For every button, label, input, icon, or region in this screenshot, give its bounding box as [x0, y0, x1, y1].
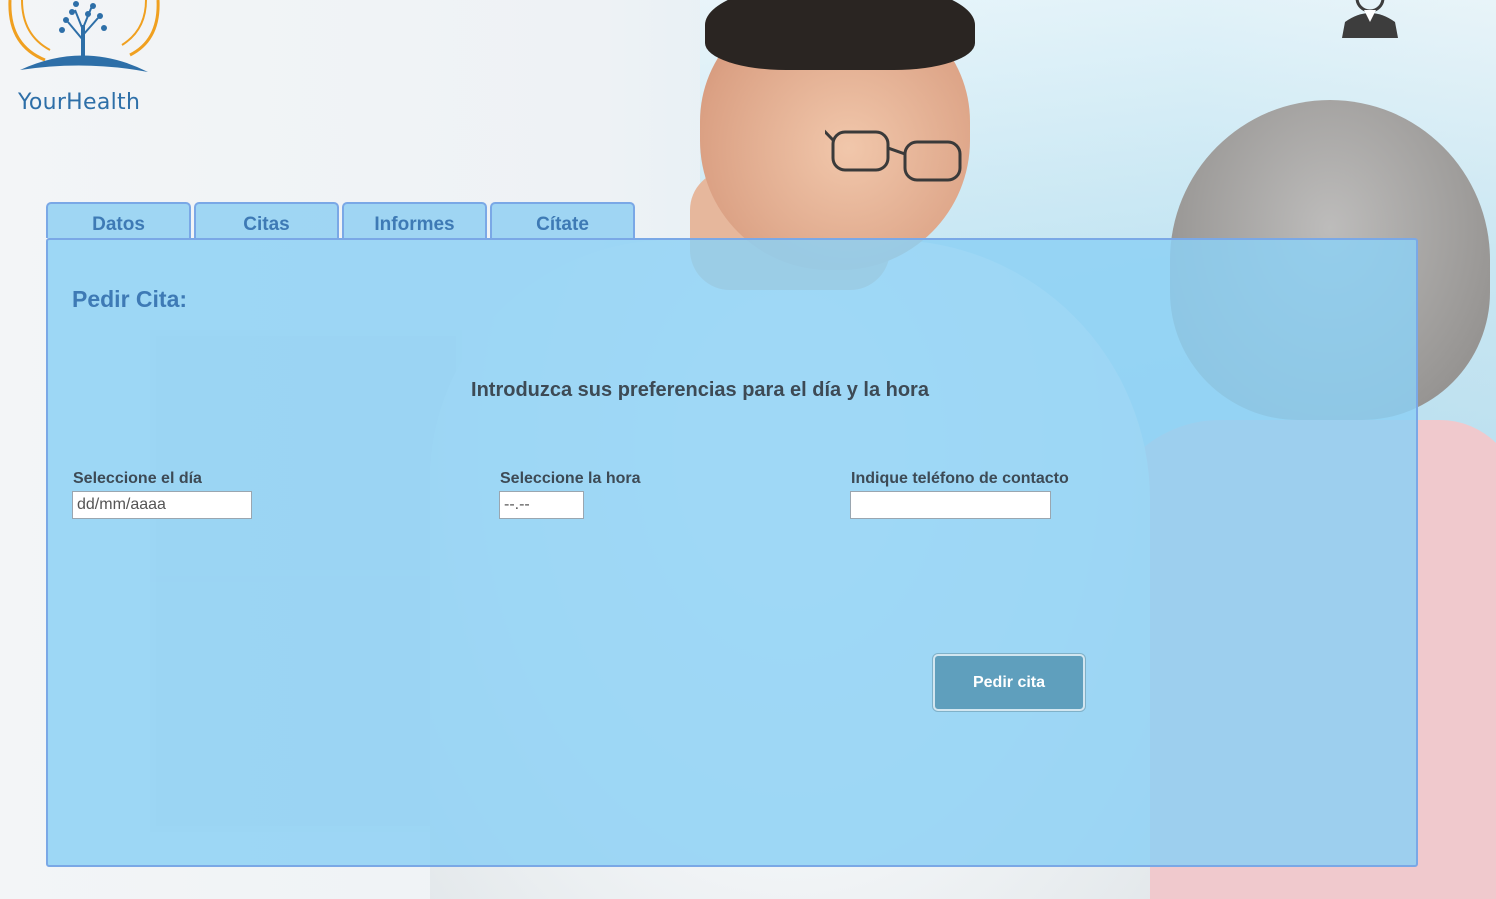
- phone-label: Indique teléfono de contacto: [851, 470, 1069, 487]
- tree-logo-icon: [8, 0, 160, 72]
- date-input[interactable]: [72, 491, 252, 519]
- tab-informes[interactable]: Informes: [342, 202, 487, 238]
- tab-citas[interactable]: Citas: [194, 202, 339, 238]
- time-label: Seleccione la hora: [500, 470, 641, 487]
- time-input[interactable]: [499, 491, 584, 519]
- request-appointment-button[interactable]: Pedir cita: [933, 654, 1085, 711]
- brand-name: YourHealth: [18, 90, 141, 115]
- tab-bar: Datos Citas Informes Cítate: [46, 202, 635, 240]
- user-avatar-icon[interactable]: [1340, 0, 1400, 40]
- doctor-hair: [705, 0, 975, 70]
- tab-citate[interactable]: Cítate: [490, 202, 635, 238]
- date-label: Seleccione el día: [73, 470, 202, 487]
- glasses-icon: [825, 129, 962, 182]
- brand-logo[interactable]: YourHealth: [0, 0, 170, 125]
- appointment-panel: Pedir Cita: Introduzca sus preferencias …: [46, 238, 1418, 867]
- instructions-text: Introduzca sus preferencias para el día …: [471, 379, 929, 401]
- phone-input[interactable]: [850, 491, 1051, 519]
- panel-title: Pedir Cita:: [72, 286, 188, 312]
- page: YourHealth Datos Citas Informes Cítate P…: [0, 0, 1496, 899]
- tab-datos[interactable]: Datos: [46, 202, 191, 238]
